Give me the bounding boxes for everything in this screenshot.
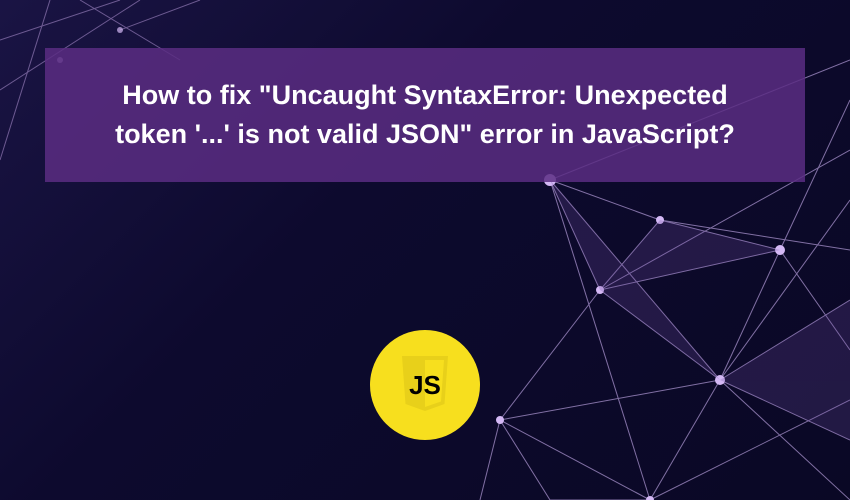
title-banner: How to fix "Uncaught SyntaxError: Unexpe… (45, 48, 805, 182)
js-shield-icon: JS (394, 350, 456, 420)
title-text: How to fix "Uncaught SyntaxError: Unexpe… (85, 76, 765, 154)
svg-text:JS: JS (409, 370, 441, 400)
javascript-logo: JS (370, 330, 480, 440)
